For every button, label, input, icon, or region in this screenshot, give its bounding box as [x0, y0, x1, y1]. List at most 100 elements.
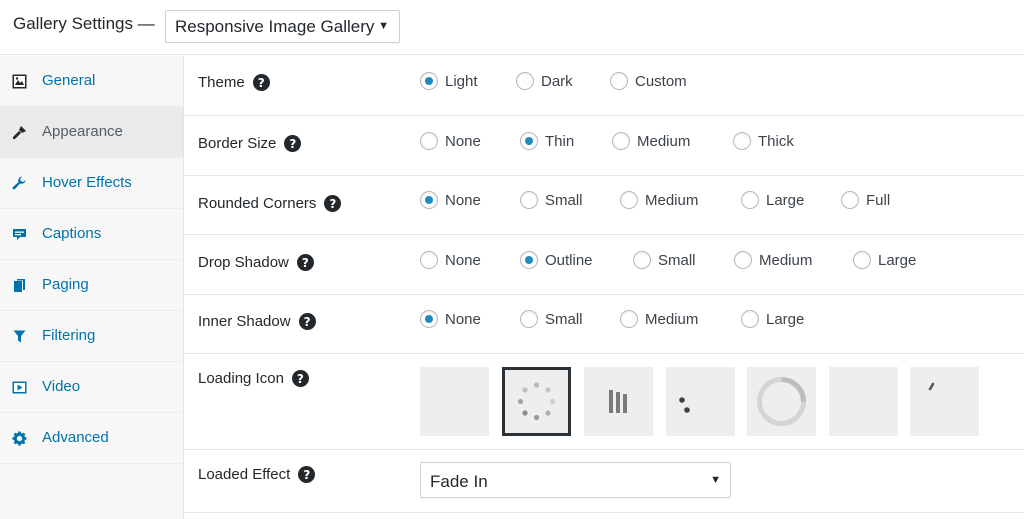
- radio-border-none[interactable]: None: [420, 132, 481, 150]
- help-icon[interactable]: ?: [252, 74, 270, 91]
- sidebar-item-paging[interactable]: Paging: [0, 260, 183, 311]
- radio-corners-medium[interactable]: Medium: [620, 191, 698, 209]
- radio-button[interactable]: [520, 310, 538, 328]
- sidebar-item-appearance[interactable]: Appearance: [0, 107, 183, 158]
- radio-button[interactable]: [853, 251, 871, 269]
- radio-button[interactable]: [620, 191, 638, 209]
- radio-theme-light[interactable]: Light: [420, 72, 478, 90]
- gallery-select[interactable]: Responsive Image Gallery ▼: [165, 10, 400, 43]
- sidebar-item-captions[interactable]: Captions: [0, 209, 183, 260]
- loading-icon-option-dots-circle[interactable]: [502, 367, 571, 436]
- setting-label-text: Theme: [198, 74, 245, 91]
- radio-button[interactable]: [420, 310, 438, 328]
- loading-icon-option-ring[interactable]: [747, 367, 816, 436]
- sidebar-item-filtering[interactable]: Filtering: [0, 311, 183, 362]
- option-label: Thick: [758, 132, 794, 150]
- radio-border-thin[interactable]: Thin: [520, 132, 574, 150]
- sidebar-item-general[interactable]: General: [0, 56, 183, 107]
- option-label: Light: [445, 72, 478, 90]
- radio-button[interactable]: [741, 310, 759, 328]
- help-icon[interactable]: ?: [284, 135, 302, 152]
- radio-shadow-small[interactable]: Small: [633, 251, 696, 269]
- loaded-effect-select[interactable]: Fade In ▼: [420, 462, 731, 498]
- loading-icon-option-blank[interactable]: [829, 367, 898, 436]
- radio-corners-none[interactable]: None: [420, 191, 481, 209]
- radio-shadow-none[interactable]: None: [420, 251, 481, 269]
- help-icon[interactable]: ?: [298, 466, 316, 483]
- radio-corners-small[interactable]: Small: [520, 191, 583, 209]
- radio-button[interactable]: [620, 310, 638, 328]
- radio-button[interactable]: [520, 132, 538, 150]
- radio-button[interactable]: [420, 72, 438, 90]
- filter-icon: [11, 328, 27, 344]
- radio-inner-medium[interactable]: Medium: [620, 310, 698, 328]
- option-label: Full: [866, 191, 891, 209]
- option-label: Outline: [545, 251, 593, 269]
- radio-corners-full[interactable]: Full: [841, 191, 890, 209]
- radio-button[interactable]: [520, 251, 538, 269]
- settings-sidebar: General Appearance Hover Effects Caption…: [0, 56, 184, 519]
- help-icon[interactable]: ?: [296, 254, 314, 271]
- radio-button[interactable]: [741, 191, 759, 209]
- setting-label-text: Loading Icon: [198, 370, 284, 387]
- setting-row-border-size: Border Size ? None Thin Medium Thick: [185, 116, 1024, 176]
- help-icon[interactable]: ?: [324, 195, 342, 212]
- setting-label-text: Border Size: [198, 135, 277, 152]
- chevron-down-icon: ▼: [378, 20, 389, 32]
- radio-corners-large[interactable]: Large: [741, 191, 804, 209]
- option-label: Medium: [759, 251, 813, 269]
- radio-button[interactable]: [420, 132, 438, 150]
- spinner-partial-ring-icon: [928, 382, 935, 391]
- sidebar-item-label: Appearance: [42, 123, 123, 140]
- setting-label-text: Rounded Corners: [198, 195, 317, 212]
- radio-button[interactable]: [633, 251, 651, 269]
- loading-icon-option-dots-pair[interactable]: [666, 367, 735, 436]
- radio-button[interactable]: [420, 191, 438, 209]
- radio-button[interactable]: [734, 251, 752, 269]
- loading-icon-option-partial-ring[interactable]: [910, 367, 979, 436]
- setting-label-drop-shadow: Drop Shadow ?: [198, 254, 314, 271]
- loading-icon-option-none[interactable]: [420, 367, 489, 436]
- sidebar-item-label: Video: [42, 378, 81, 395]
- option-label: Medium: [645, 310, 699, 328]
- setting-label-text: Drop Shadow: [198, 254, 289, 271]
- sidebar-item-hover-effects[interactable]: Hover Effects: [0, 158, 183, 209]
- loading-icon-option-bars[interactable]: [584, 367, 653, 436]
- radio-button[interactable]: [841, 191, 859, 209]
- radio-button[interactable]: [612, 132, 630, 150]
- sidebar-item-label: General: [42, 72, 96, 89]
- option-label: None: [445, 251, 481, 269]
- loaded-effect-value: Fade In: [430, 472, 488, 491]
- spinner-bars-icon: [609, 390, 627, 413]
- radio-button[interactable]: [733, 132, 751, 150]
- radio-shadow-medium[interactable]: Medium: [734, 251, 812, 269]
- radio-shadow-large[interactable]: Large: [853, 251, 916, 269]
- radio-button[interactable]: [520, 191, 538, 209]
- radio-button[interactable]: [420, 251, 438, 269]
- setting-row-inner-shadow: Inner Shadow ? None Small Medium Large: [185, 295, 1024, 354]
- setting-label-theme: Theme ?: [198, 74, 270, 91]
- radio-inner-none[interactable]: None: [420, 310, 481, 328]
- radio-border-medium[interactable]: Medium: [612, 132, 690, 150]
- help-icon[interactable]: ?: [291, 370, 309, 387]
- radio-theme-custom[interactable]: Custom: [610, 72, 687, 90]
- page-title: Gallery Settings —: [13, 14, 155, 33]
- sidebar-item-video[interactable]: Video: [0, 362, 183, 413]
- sidebar-item-label: Advanced: [42, 429, 109, 446]
- setting-row-theme: Theme ? Light Dark Custom: [185, 56, 1024, 116]
- setting-label-text: Inner Shadow: [198, 313, 291, 330]
- option-label: None: [445, 191, 481, 209]
- help-icon[interactable]: ?: [298, 313, 316, 330]
- radio-inner-large[interactable]: Large: [741, 310, 804, 328]
- sidebar-item-advanced[interactable]: Advanced: [0, 413, 183, 464]
- radio-inner-small[interactable]: Small: [520, 310, 583, 328]
- setting-label-border-size: Border Size ?: [198, 135, 302, 152]
- radio-button[interactable]: [610, 72, 628, 90]
- option-label: Large: [878, 251, 917, 269]
- radio-theme-dark[interactable]: Dark: [516, 72, 573, 90]
- chevron-down-icon: ▼: [710, 474, 721, 486]
- radio-border-thick[interactable]: Thick: [733, 132, 794, 150]
- radio-shadow-outline[interactable]: Outline: [520, 251, 593, 269]
- radio-button[interactable]: [516, 72, 534, 90]
- option-label: Large: [766, 191, 805, 209]
